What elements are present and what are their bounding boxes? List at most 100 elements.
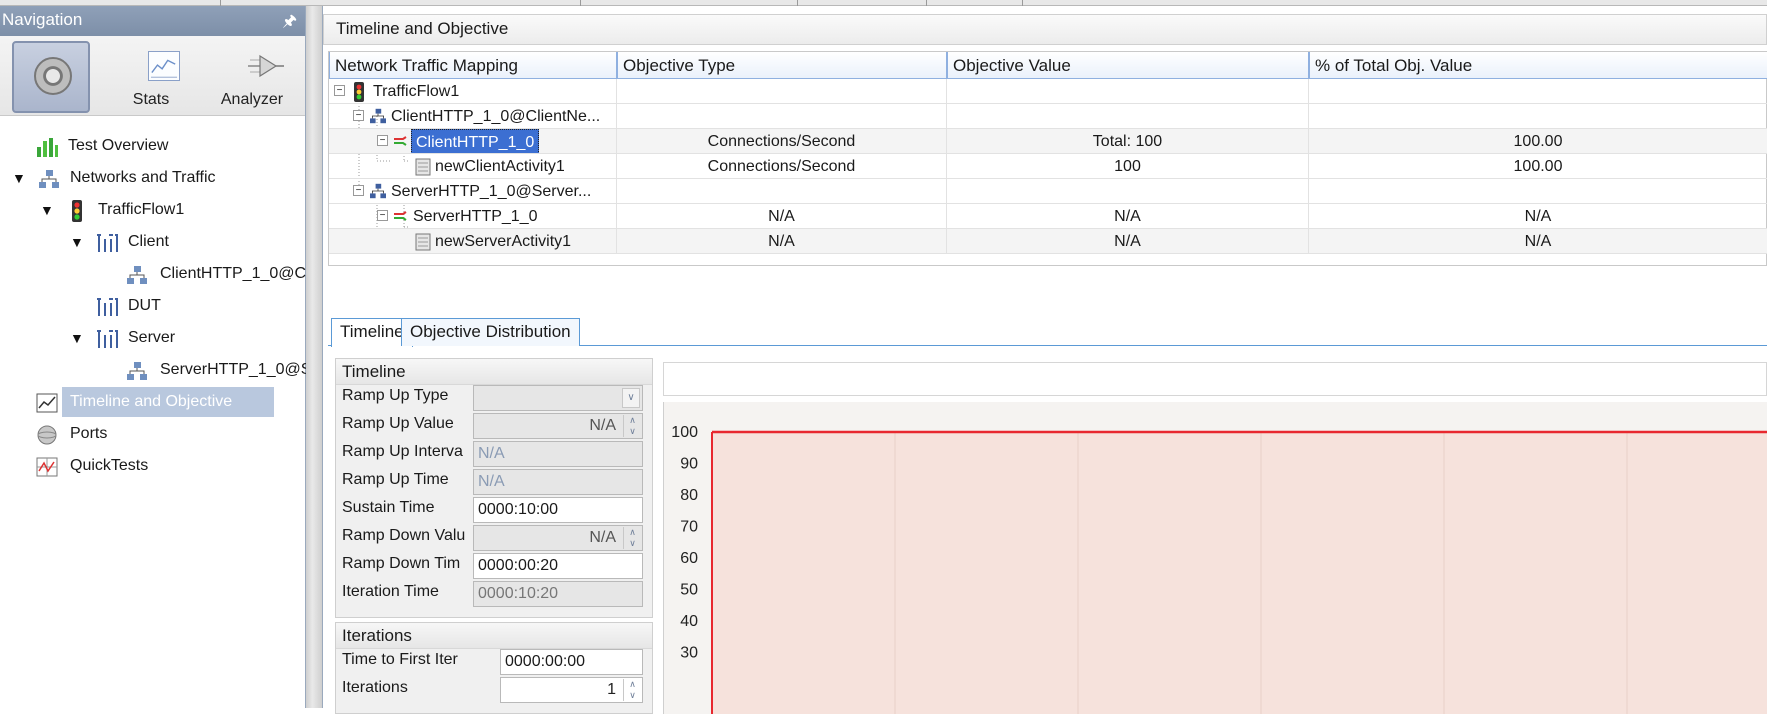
- column-header-objective-value[interactable]: Objective Value: [947, 52, 1309, 79]
- page-title: Timeline and Objective: [323, 14, 1767, 45]
- ramp-up-type-select[interactable]: ∨: [473, 385, 643, 411]
- field-label: Ramp Up Type: [342, 387, 449, 404]
- time-to-first-iteration-row: Time to First Iter 0000:00:00: [336, 649, 654, 676]
- row-pct: [1309, 179, 1767, 204]
- traffic-light-icon: [72, 200, 82, 222]
- collapse-toggle-icon[interactable]: −: [353, 185, 364, 196]
- table-row[interactable]: newServerActivity1 N/A N/A N/A: [329, 229, 1767, 254]
- field-label: Ramp Up Value: [342, 415, 454, 432]
- table-row[interactable]: − TrafficFlow1: [329, 79, 1767, 104]
- settings-toolbar-button[interactable]: [12, 41, 90, 113]
- y-tick-label: 90: [680, 456, 698, 473]
- field-value: 0000:00:20: [478, 557, 559, 574]
- row-type: [617, 79, 947, 104]
- field-value: N/A: [478, 473, 505, 490]
- sustain-time-field[interactable]: 0000:10:00: [473, 497, 643, 523]
- tab-objective-distribution[interactable]: Objective Distribution: [401, 318, 580, 346]
- field-label: Ramp Up Interva: [342, 443, 463, 460]
- table-row[interactable]: − ServerHTTP_1_0 N/A N/A N/A: [329, 204, 1767, 229]
- ramp-down-time-field[interactable]: 0000:00:20: [473, 553, 643, 579]
- navigation-title: Navigation: [2, 10, 83, 29]
- quicktest-icon: [36, 457, 58, 477]
- expand-arrow-icon[interactable]: ▼: [70, 323, 84, 353]
- stats-label: Stats: [132, 91, 170, 108]
- analyzer-toolbar-button[interactable]: Analyzer: [212, 41, 292, 113]
- collapse-toggle-icon[interactable]: −: [353, 110, 364, 121]
- row-name: ClientHTTP_1_0@ClientNe...: [391, 108, 601, 125]
- table-row[interactable]: − ServerHTTP_1_0@Server...: [329, 179, 1767, 204]
- ramp-up-value-stepper[interactable]: N/A ∧ ∨: [473, 413, 643, 439]
- objective-grid: Network Traffic Mapping Objective Type O…: [328, 51, 1767, 266]
- column-header-objective-type[interactable]: Objective Type: [617, 52, 947, 79]
- collapse-toggle-icon[interactable]: −: [377, 210, 388, 221]
- panel-splitter[interactable]: [306, 6, 323, 708]
- table-row[interactable]: − ClientHTTP_1_0@ClientNe...: [329, 104, 1767, 129]
- tree-item-label: TrafficFlow1: [98, 201, 185, 218]
- row-type: Connections/Second: [617, 129, 947, 154]
- chart-area: 100 90 80 70 60 50 40 30: [663, 402, 1767, 714]
- table-row[interactable]: − ClientHTTP_1_0 Connections/Second Tota…: [329, 129, 1767, 154]
- expand-arrow-icon[interactable]: ▼: [12, 163, 26, 193]
- field-value: N/A: [589, 529, 616, 546]
- stats-toolbar-button[interactable]: Stats: [120, 41, 182, 113]
- ramp-up-interval-field[interactable]: N/A: [473, 441, 643, 467]
- tree-item-label: ServerHTTP_1_0@S: [160, 361, 312, 378]
- spinner-arrows-icon[interactable]: ∧ ∨: [623, 679, 641, 701]
- ramp-down-value-stepper[interactable]: N/A ∧ ∨: [473, 525, 643, 551]
- server-icon: [415, 233, 431, 251]
- row-value: [947, 179, 1309, 204]
- expand-arrow-icon[interactable]: ▼: [70, 227, 84, 257]
- timeline-panel-title: Timeline: [336, 359, 652, 385]
- column-header-percent-total[interactable]: % of Total Obj. Value: [1309, 52, 1767, 79]
- chart-header-bar: [663, 362, 1767, 396]
- field-value: N/A: [589, 417, 616, 434]
- expand-arrow-icon[interactable]: ▼: [40, 195, 54, 225]
- navigation-panel: Navigation 🖈 Stats Analyzer Test Overvie…: [0, 6, 311, 708]
- tree-item-label: QuickTests: [70, 457, 149, 474]
- ramp-up-value-row: Ramp Up Value N/A ∧ ∨: [336, 413, 654, 440]
- field-label: Iterations: [342, 679, 408, 696]
- collapse-toggle-icon[interactable]: −: [334, 85, 345, 96]
- row-value: 100: [947, 154, 1309, 179]
- row-name: ClientHTTP_1_0: [411, 129, 540, 153]
- row-value: [947, 79, 1309, 104]
- ramp-up-time-field[interactable]: N/A: [473, 469, 643, 495]
- stats-chart-icon: [148, 51, 180, 81]
- activity-icon: [394, 211, 407, 221]
- ramp-up-type-row: Ramp Up Type ∨: [336, 385, 654, 412]
- iteration-time-row: Iteration Time 0000:10:20: [336, 581, 654, 608]
- timeline-chart-container: 100 90 80 70 60 50 40 30: [663, 354, 1767, 714]
- ports-icon: [97, 330, 118, 348]
- gear-icon: [34, 57, 72, 95]
- spinner-arrows-icon[interactable]: ∧ ∨: [623, 415, 641, 437]
- row-value: N/A: [947, 204, 1309, 229]
- chevron-down-icon[interactable]: ∨: [622, 388, 640, 408]
- navigation-toolbar: Stats Analyzer: [0, 36, 305, 116]
- sphere-icon: [37, 425, 57, 445]
- iterations-panel: Iterations Time to First Iter 0000:00:00…: [335, 622, 653, 714]
- row-type: N/A: [617, 229, 947, 254]
- field-value: 1: [607, 681, 616, 698]
- ports-icon: [97, 298, 118, 316]
- iterations-stepper[interactable]: 1 ∧ ∨: [500, 677, 643, 703]
- network-icon: [370, 183, 386, 199]
- server-icon: [415, 158, 431, 176]
- time-to-first-iteration-field[interactable]: 0000:00:00: [500, 649, 643, 675]
- field-label: Ramp Up Time: [342, 471, 449, 488]
- spinner-arrows-icon[interactable]: ∧ ∨: [623, 527, 641, 549]
- field-label: Sustain Time: [342, 499, 435, 516]
- iteration-time-field[interactable]: 0000:10:20: [473, 581, 643, 607]
- collapse-toggle-icon[interactable]: −: [377, 135, 388, 146]
- y-tick-label: 50: [680, 582, 698, 599]
- table-row[interactable]: newClientActivity1 Connections/Second 10…: [329, 154, 1767, 179]
- column-header-mapping[interactable]: Network Traffic Mapping: [329, 52, 617, 79]
- tree-item-label: ClientHTTP_1_0@Cl: [160, 265, 310, 282]
- traffic-light-icon: [354, 82, 364, 102]
- tree-item-label: Server: [128, 329, 176, 346]
- row-pct: N/A: [1309, 204, 1767, 229]
- network-icon: [370, 108, 386, 124]
- tree-item-label: Client: [128, 233, 169, 250]
- pin-icon[interactable]: 🖈: [282, 10, 297, 37]
- row-name: ServerHTTP_1_0: [413, 208, 538, 225]
- analyzer-label: Analyzer: [220, 91, 284, 108]
